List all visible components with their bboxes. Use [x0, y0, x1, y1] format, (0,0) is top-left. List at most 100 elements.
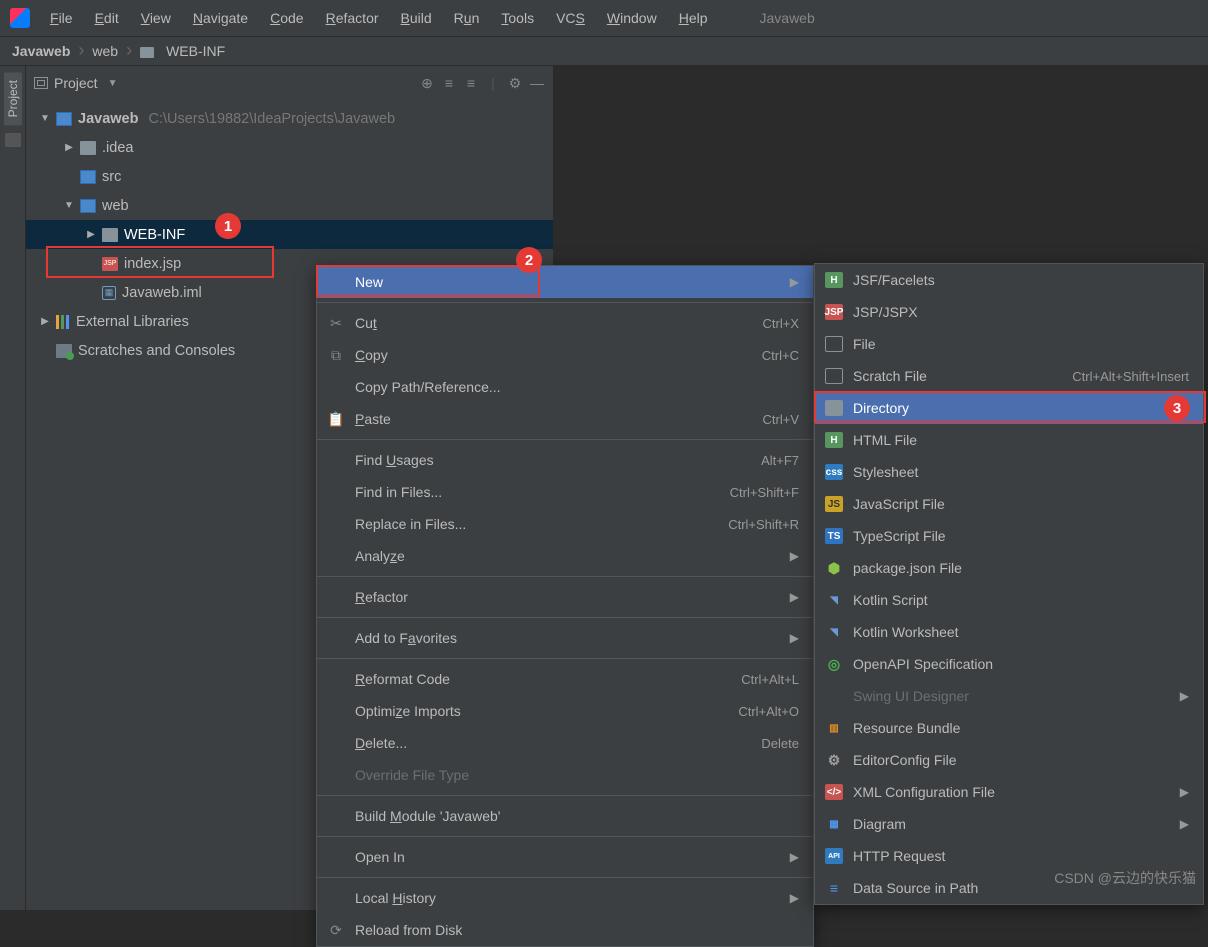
copy-icon: ⧉	[327, 347, 345, 364]
submenu-arrow-icon: ▶	[790, 590, 799, 604]
target-icon: ◎	[825, 656, 843, 672]
ctx-reload[interactable]: ⟳ Reload from Disk	[317, 914, 813, 946]
chevron-right-icon: ›	[126, 45, 132, 55]
ctx-analyze[interactable]: Analyze ▶	[317, 540, 813, 572]
ctx-open-in[interactable]: Open In ▶	[317, 841, 813, 873]
ctx-new[interactable]: New ▶	[317, 266, 813, 298]
ctx-label: Paste	[355, 411, 729, 427]
shortcut: Ctrl+C	[762, 348, 799, 363]
scissors-icon: ✂	[327, 315, 345, 332]
tree-node-root[interactable]: Javaweb C:\Users\19882\IdeaProjects\Java…	[26, 104, 553, 133]
callout-badge-2: 2	[516, 247, 542, 273]
ctx-label: EditorConfig File	[853, 752, 1189, 768]
hide-panel-icon[interactable]: —	[529, 75, 545, 91]
menu-separator	[317, 658, 813, 659]
kotlin-ws-icon: ◥	[825, 624, 843, 640]
ctx-copy[interactable]: ⧉ Copy Ctrl+C	[317, 339, 813, 371]
new-package-json[interactable]: ⬢package.json File	[815, 552, 1203, 584]
new-xml-config[interactable]: </>XML Configuration File▶	[815, 776, 1203, 808]
ctx-label: Resource Bundle	[853, 720, 1189, 736]
ctx-local-history[interactable]: Local History ▶	[317, 882, 813, 914]
new-editorconfig[interactable]: ⚙EditorConfig File	[815, 744, 1203, 776]
ctx-find-usages[interactable]: Find Usages Alt+F7	[317, 444, 813, 476]
menu-separator	[317, 877, 813, 878]
ctx-copy-path[interactable]: Copy Path/Reference...	[317, 371, 813, 403]
folder-icon	[102, 228, 118, 242]
expand-all-icon[interactable]: ≡	[441, 75, 457, 91]
menu-navigate[interactable]: Navigate	[183, 6, 258, 30]
chevron-right-icon[interactable]	[64, 142, 74, 153]
ctx-reformat[interactable]: Reformat Code Ctrl+Alt+L	[317, 663, 813, 695]
new-resource-bundle[interactable]: ▥Resource Bundle	[815, 712, 1203, 744]
menu-code[interactable]: Code	[260, 6, 313, 30]
ctx-refactor[interactable]: Refactor ▶	[317, 581, 813, 613]
tree-node-web[interactable]: web	[26, 191, 553, 220]
tree-label: WEB-INF	[124, 227, 185, 243]
submenu-arrow-icon: ▶	[790, 275, 799, 289]
collapse-all-icon[interactable]: ≡	[463, 75, 479, 91]
ctx-label: Diagram	[853, 816, 1170, 832]
ctx-favorites[interactable]: Add to Favorites ▶	[317, 622, 813, 654]
submenu-arrow-icon: ▶	[1180, 785, 1189, 799]
submenu-arrow-icon: ▶	[1180, 817, 1189, 831]
new-file[interactable]: File	[815, 328, 1203, 360]
structure-tab-icon[interactable]	[5, 133, 21, 147]
menu-help[interactable]: Help	[669, 6, 718, 30]
new-kotlin-script[interactable]: ◥Kotlin Script	[815, 584, 1203, 616]
locate-icon[interactable]: ⊕	[419, 75, 435, 91]
shortcut: Ctrl+X	[763, 316, 799, 331]
chevron-down-icon[interactable]	[64, 200, 74, 211]
ctx-label: Reformat Code	[355, 671, 707, 687]
chevron-right-icon[interactable]	[40, 316, 50, 327]
menu-edit[interactable]: Edit	[85, 6, 129, 30]
tree-node-idea[interactable]: .idea	[26, 133, 553, 162]
ctx-delete[interactable]: Delete... Delete	[317, 727, 813, 759]
new-jsp[interactable]: JSPJSP/JSPX	[815, 296, 1203, 328]
chevron-down-icon[interactable]	[40, 113, 50, 124]
ctx-paste[interactable]: 📋 Paste Ctrl+V	[317, 403, 813, 435]
menu-separator	[317, 302, 813, 303]
tool-tab-project[interactable]: Project	[4, 72, 22, 125]
file-icon	[825, 336, 843, 352]
menu-window[interactable]: Window	[597, 6, 667, 30]
gear-icon[interactable]: ⚙	[507, 75, 523, 91]
shortcut: Ctrl+Alt+L	[741, 672, 799, 687]
new-kotlin-worksheet[interactable]: ◥Kotlin Worksheet	[815, 616, 1203, 648]
ctx-optimize[interactable]: Optimize Imports Ctrl+Alt+O	[317, 695, 813, 727]
ctx-find-in-files[interactable]: Find in Files... Ctrl+Shift+F	[317, 476, 813, 508]
ctx-label: Scratch File	[853, 368, 1038, 384]
menu-refactor[interactable]: Refactor	[316, 6, 389, 30]
new-diagram[interactable]: ▦Diagram▶	[815, 808, 1203, 840]
new-ts[interactable]: TSTypeScript File	[815, 520, 1203, 552]
tree-node-webinf[interactable]: WEB-INF	[26, 220, 553, 249]
menu-run[interactable]: Run	[444, 6, 490, 30]
breadcrumb-item-web[interactable]: web	[92, 43, 118, 59]
chevron-down-icon[interactable]: ▼	[108, 78, 118, 89]
window-title: Javaweb	[760, 10, 815, 26]
new-openapi[interactable]: ◎OpenAPI Specification	[815, 648, 1203, 680]
database-icon: ≡	[825, 880, 843, 896]
ctx-build-module[interactable]: Build Module 'Javaweb'	[317, 800, 813, 832]
menu-build[interactable]: Build	[391, 6, 442, 30]
new-scratch[interactable]: Scratch FileCtrl+Alt+Shift+Insert	[815, 360, 1203, 392]
jsp-icon: JSP	[825, 304, 843, 320]
menu-tools[interactable]: Tools	[491, 6, 544, 30]
new-directory[interactable]: Directory	[815, 392, 1203, 424]
ctx-cut[interactable]: ✂ Cut Ctrl+X	[317, 307, 813, 339]
breadcrumb-item-webinf[interactable]: WEB-INF	[166, 43, 225, 59]
chevron-right-icon[interactable]	[86, 229, 96, 240]
tree-node-src[interactable]: src	[26, 162, 553, 191]
menu-view[interactable]: View	[131, 6, 181, 30]
new-html[interactable]: HHTML File	[815, 424, 1203, 456]
menu-file[interactable]: File	[40, 6, 83, 30]
new-stylesheet[interactable]: cssStylesheet	[815, 456, 1203, 488]
project-view-label[interactable]: Project	[54, 75, 98, 91]
new-js[interactable]: JSJavaScript File	[815, 488, 1203, 520]
scratch-file-icon	[825, 368, 843, 384]
xml-icon: </>	[825, 784, 843, 800]
new-jsf[interactable]: HJSF/Facelets	[815, 264, 1203, 296]
ctx-replace-in-files[interactable]: Replace in Files... Ctrl+Shift+R	[317, 508, 813, 540]
ctx-label: Add to Favorites	[355, 630, 780, 646]
breadcrumb-root[interactable]: Javaweb	[12, 43, 70, 59]
menu-vcs[interactable]: VCS	[546, 6, 595, 30]
